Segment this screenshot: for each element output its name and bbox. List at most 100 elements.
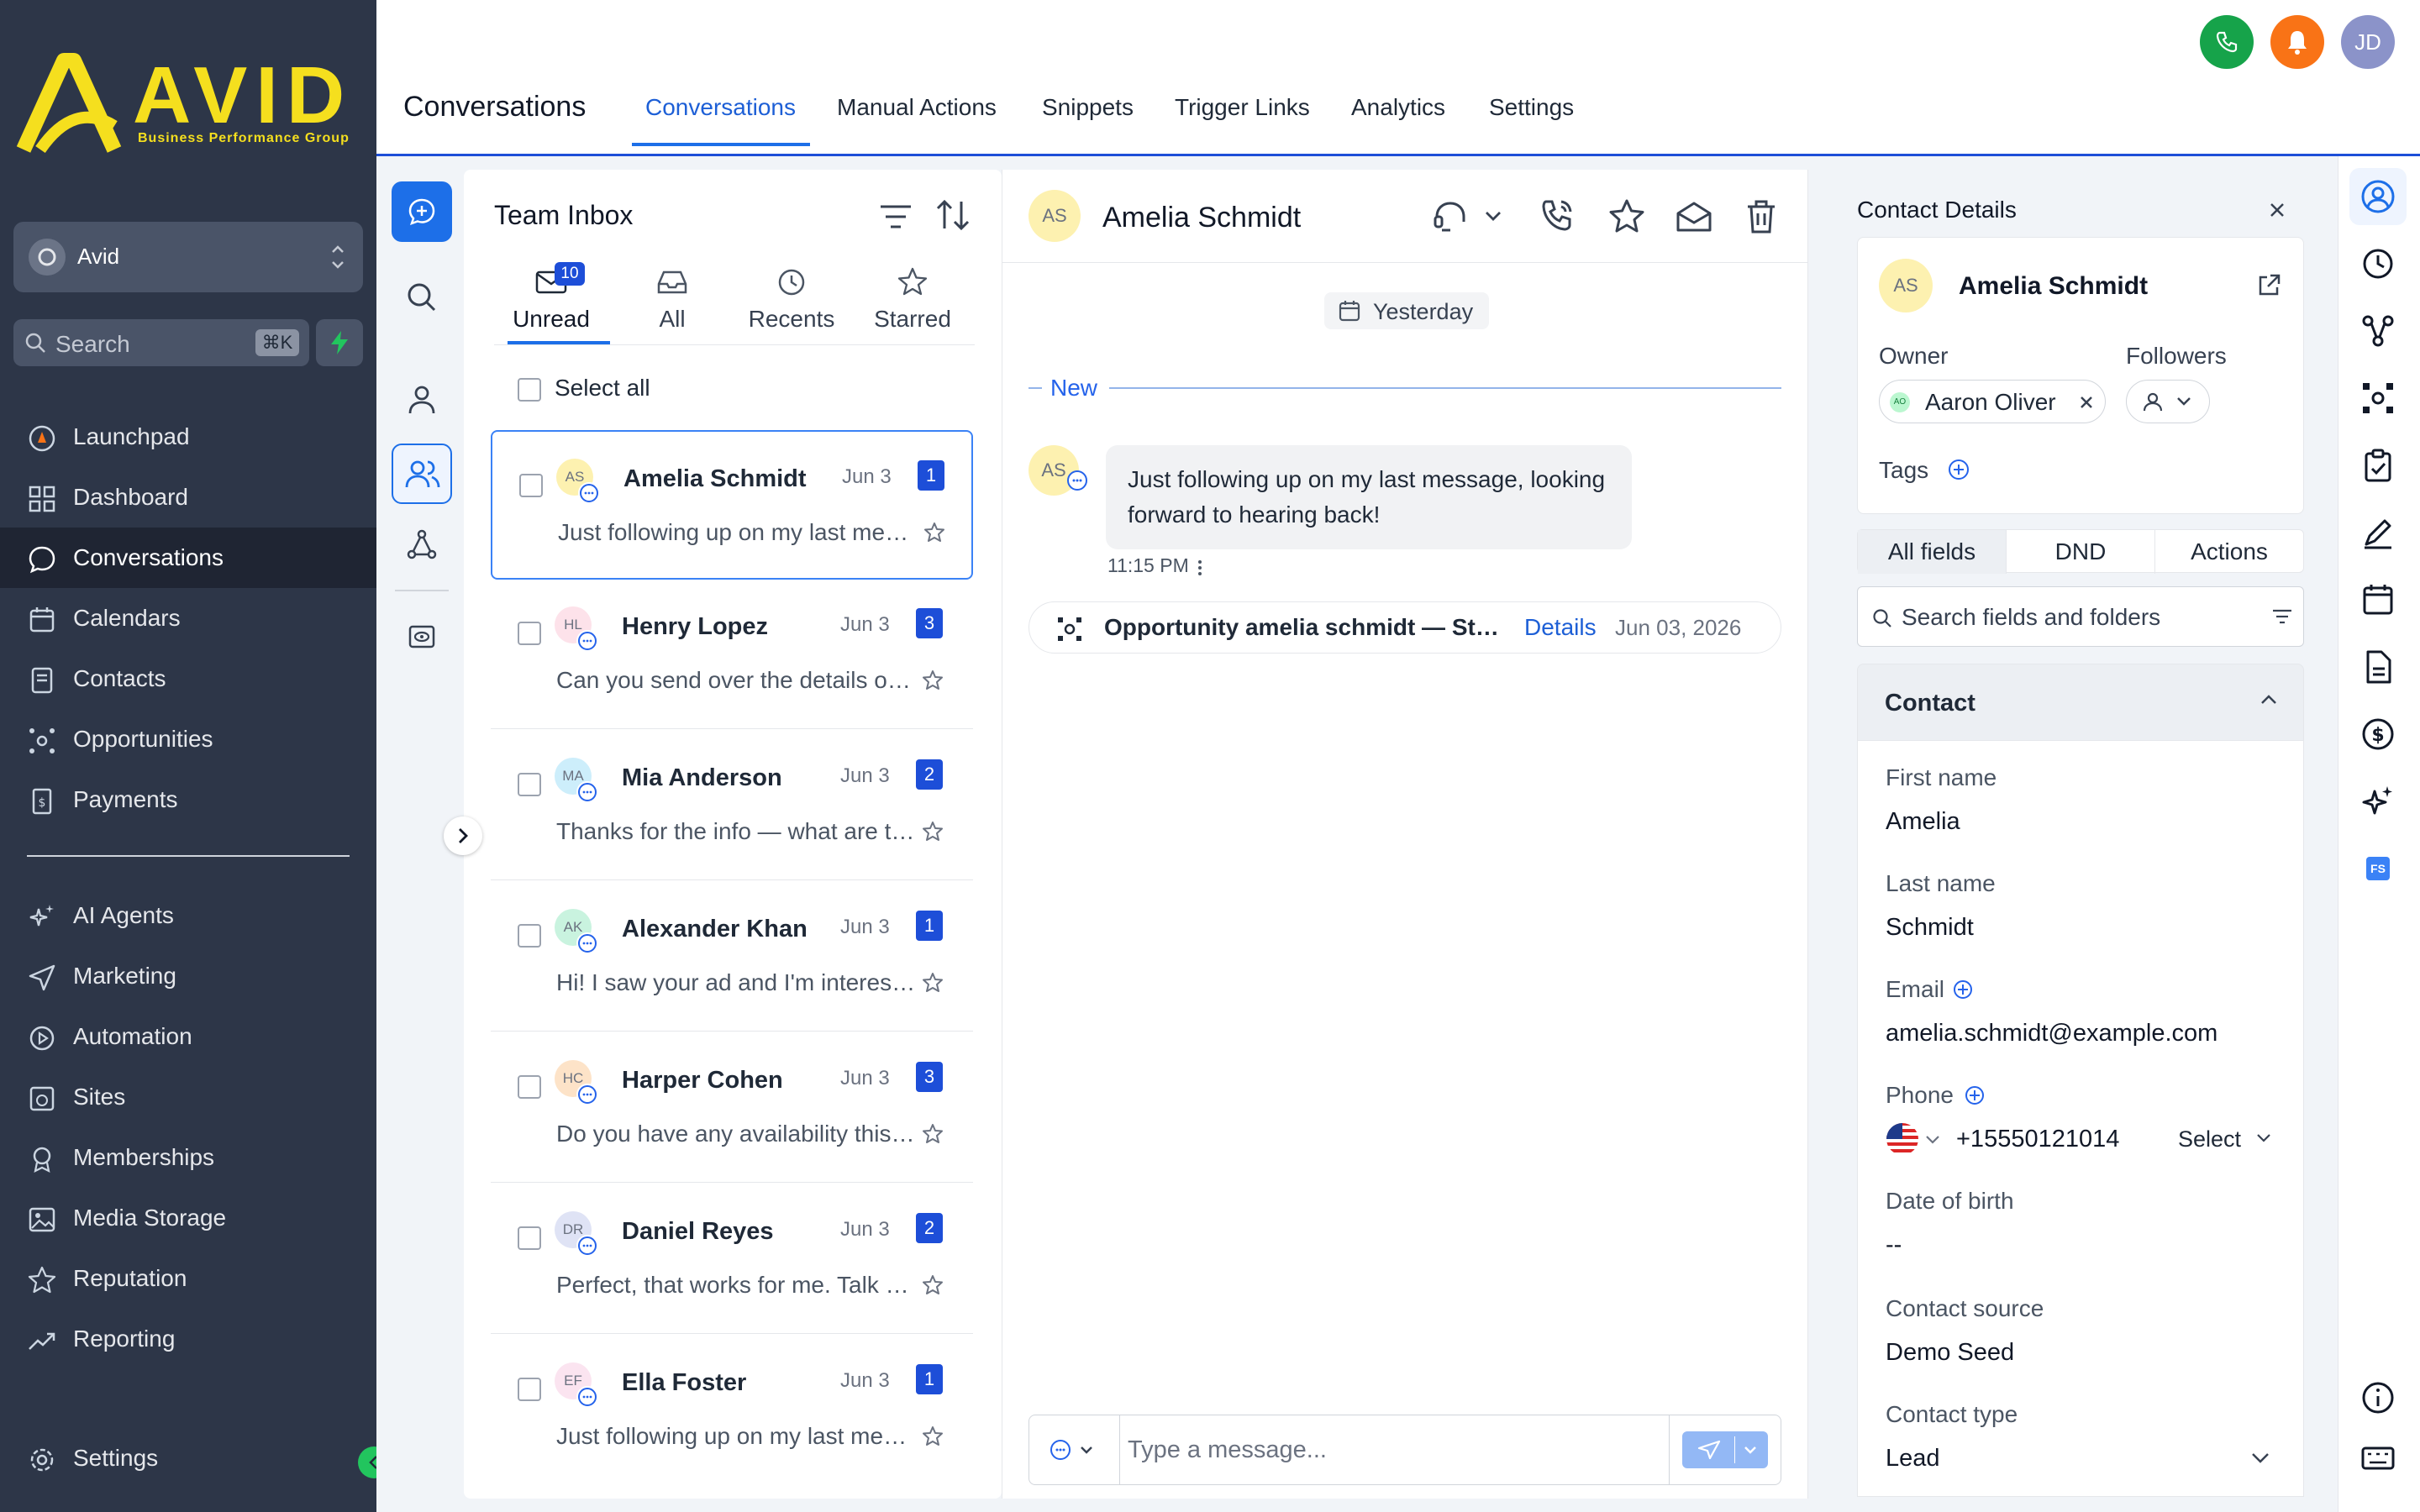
chevron-down-icon[interactable] (1484, 208, 1502, 225)
quick-action-button[interactable] (316, 319, 363, 366)
activity-clock-icon[interactable] (2360, 245, 2396, 282)
conversation-checkbox[interactable] (518, 1075, 541, 1099)
sidebar-item-launchpad[interactable]: Launchpad (0, 407, 376, 467)
conversation-item[interactable]: EF Ella Foster Jun 3 1 Just following up… (491, 1336, 973, 1485)
conversation-checkbox[interactable] (518, 622, 541, 645)
us-flag-icon[interactable] (1886, 1122, 1919, 1156)
conversation-item[interactable]: MA Mia Anderson Jun 3 2 Thanks for the i… (491, 731, 973, 880)
rail-my-inbox-button[interactable] (392, 370, 452, 430)
dob-value[interactable]: -- (1886, 1231, 1902, 1259)
tab-recents[interactable]: Recents (733, 262, 850, 343)
star-icon[interactable] (1607, 197, 1647, 237)
sort-icon[interactable] (934, 197, 971, 234)
sidebar-item-ai-agents[interactable]: AI Agents (0, 885, 376, 946)
first-name-value[interactable]: Amelia (1886, 808, 1960, 836)
followers-selector[interactable] (2126, 380, 2210, 423)
star-icon[interactable] (923, 521, 946, 544)
mark-read-icon[interactable] (1674, 197, 1714, 237)
phone-button[interactable] (2200, 15, 2254, 69)
support-chat-icon[interactable] (1430, 197, 1470, 237)
contact-source-value[interactable]: Demo Seed (1886, 1339, 2014, 1367)
clipboard-check-icon[interactable] (2360, 447, 2396, 484)
external-link-icon[interactable] (2255, 272, 2282, 299)
conversation-checkbox[interactable] (519, 474, 543, 497)
tab-starred[interactable]: Starred (854, 262, 971, 343)
star-icon[interactable] (921, 1425, 944, 1448)
contact-type-value[interactable]: Lead (1886, 1445, 1940, 1473)
filter-icon[interactable] (2271, 607, 2293, 626)
tab-trigger-links[interactable]: Trigger Links (1175, 94, 1310, 121)
contact-section-header[interactable]: Contact (1857, 664, 2304, 741)
field-search-input[interactable]: Search fields and folders (1857, 586, 2304, 647)
add-tag-icon[interactable] (1946, 457, 1971, 482)
conversation-checkbox[interactable] (518, 924, 541, 948)
keyboard-icon[interactable] (2360, 1440, 2396, 1477)
fs-badge[interactable]: FS (2366, 857, 2390, 880)
sidebar-item-reporting[interactable]: Reporting (0, 1309, 376, 1369)
sidebar-item-automation[interactable]: Automation (0, 1006, 376, 1067)
owner-selector[interactable]: AO Aaron Oliver (1879, 380, 2106, 423)
more-vertical-icon[interactable] (1197, 558, 1203, 578)
add-phone-icon[interactable] (1963, 1084, 1986, 1107)
sidebar-search-input[interactable]: Search ⌘K (13, 319, 309, 366)
phone-value[interactable]: +15550121014 (1956, 1126, 2119, 1153)
tab-dnd[interactable]: DND (2006, 530, 2155, 574)
tab-conversations[interactable]: Conversations (645, 94, 796, 121)
tab-unread[interactable]: 10 Unread (492, 262, 610, 343)
star-icon[interactable] (921, 1122, 944, 1146)
conversation-checkbox[interactable] (518, 773, 541, 796)
rail-team-inbox-button[interactable] (392, 444, 452, 504)
star-icon[interactable] (921, 971, 944, 995)
sidebar-item-dashboard[interactable]: Dashboard (0, 467, 376, 528)
sidebar-item-sites[interactable]: Sites (0, 1067, 376, 1127)
sidebar-item-marketing[interactable]: Marketing (0, 946, 376, 1006)
sidebar-item-payments[interactable]: $ Payments (0, 769, 376, 830)
sidebar-item-conversations[interactable]: Conversations (0, 528, 376, 588)
conversation-item[interactable]: DR Daniel Reyes Jun 3 2 Perfect, that wo… (491, 1184, 973, 1334)
calendar-icon[interactable] (2360, 581, 2396, 618)
conversation-item[interactable]: HL Henry Lopez Jun 3 3 Can you send over… (491, 580, 973, 729)
send-button[interactable] (1682, 1431, 1768, 1468)
phone-type-select[interactable]: Select (2178, 1126, 2241, 1152)
rail-preview-button[interactable] (392, 606, 452, 667)
last-name-value[interactable]: Schmidt (1886, 914, 1974, 942)
dollar-circle-icon[interactable]: $ (2360, 716, 2396, 753)
notifications-button[interactable] (2270, 15, 2324, 69)
sidebar-item-reputation[interactable]: Reputation (0, 1248, 376, 1309)
pen-icon[interactable] (2360, 514, 2396, 551)
filter-icon[interactable] (877, 200, 914, 234)
message-input[interactable]: Type a message... (1128, 1436, 1327, 1464)
call-icon[interactable] (1538, 197, 1578, 237)
conversation-item[interactable]: AS Amelia Schmidt Jun 3 1 Just following… (491, 430, 973, 580)
email-value[interactable]: amelia.schmidt@example.com (1886, 1020, 2217, 1047)
sidebar-item-settings[interactable]: Settings (0, 1428, 376, 1488)
sidebar-item-media-storage[interactable]: Media Storage (0, 1188, 376, 1248)
conversation-checkbox[interactable] (518, 1226, 541, 1250)
expand-panel-button[interactable] (444, 816, 482, 855)
add-email-icon[interactable] (1951, 978, 1975, 1001)
sidebar-item-contacts[interactable]: Contacts (0, 648, 376, 709)
document-icon[interactable] (2360, 648, 2396, 685)
workflow-icon[interactable] (2360, 312, 2396, 349)
rail-search-button[interactable] (392, 267, 452, 328)
hub-icon[interactable] (2360, 380, 2396, 417)
tab-actions[interactable]: Actions (2155, 530, 2303, 574)
tab-all[interactable]: All (613, 262, 731, 343)
tab-snippets[interactable]: Snippets (1042, 94, 1134, 121)
star-icon[interactable] (921, 820, 944, 843)
conversation-item[interactable]: AK Alexander Khan Jun 3 1 Hi! I saw your… (491, 882, 973, 1032)
conversation-item[interactable]: HC Harper Cohen Jun 3 3 Do you have any … (491, 1033, 973, 1183)
info-icon[interactable] (2360, 1379, 2396, 1416)
trash-icon[interactable] (1741, 197, 1781, 237)
sidebar-item-memberships[interactable]: Memberships (0, 1127, 376, 1188)
account-switcher[interactable]: Avid (13, 222, 363, 292)
brand-logo[interactable]: AVID Business Performance Group (15, 50, 360, 160)
chevron-down-icon[interactable] (1924, 1134, 1941, 1146)
conversation-checkbox[interactable] (518, 1378, 541, 1401)
user-avatar-button[interactable]: JD (2341, 15, 2395, 69)
tab-analytics[interactable]: Analytics (1351, 94, 1445, 121)
tab-all-fields[interactable]: All fields (1858, 530, 2006, 574)
star-icon[interactable] (921, 669, 944, 692)
sidebar-item-calendars[interactable]: Calendars (0, 588, 376, 648)
star-icon[interactable] (921, 1273, 944, 1297)
